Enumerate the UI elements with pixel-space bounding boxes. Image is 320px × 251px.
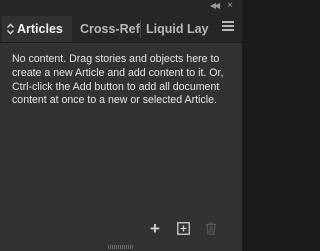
empty-state-message: No content. Drag stories and objects her… [12, 53, 224, 107]
tab-cross-references[interactable]: Cross-Refe [74, 16, 140, 42]
panel-titlebar: ◀◀ × [0, 0, 242, 12]
panel-menu-icon[interactable] [222, 21, 234, 31]
panel-footer: + [0, 220, 242, 251]
resize-grip[interactable] [108, 245, 134, 249]
sort-updown-icon [7, 23, 14, 35]
close-icon[interactable]: × [225, 1, 235, 11]
articles-panel: ◀◀ × Articles Cross-Refe Liquid Lay No c… [0, 0, 242, 251]
tab-articles[interactable]: Articles [2, 16, 72, 42]
tab-bar: Articles Cross-Refe Liquid Lay [0, 12, 242, 43]
tab-liquid-layout-label: Liquid Lay [146, 22, 209, 36]
add-icon[interactable]: + [149, 220, 161, 237]
tab-cross-references-label: Cross-Refe [80, 22, 140, 36]
tab-liquid-layout[interactable]: Liquid Lay [140, 16, 220, 42]
tab-articles-label: Articles [17, 22, 63, 36]
trash-icon[interactable] [205, 222, 217, 235]
new-article-icon[interactable] [177, 222, 190, 235]
collapse-icon[interactable]: ◀◀ [208, 1, 220, 11]
